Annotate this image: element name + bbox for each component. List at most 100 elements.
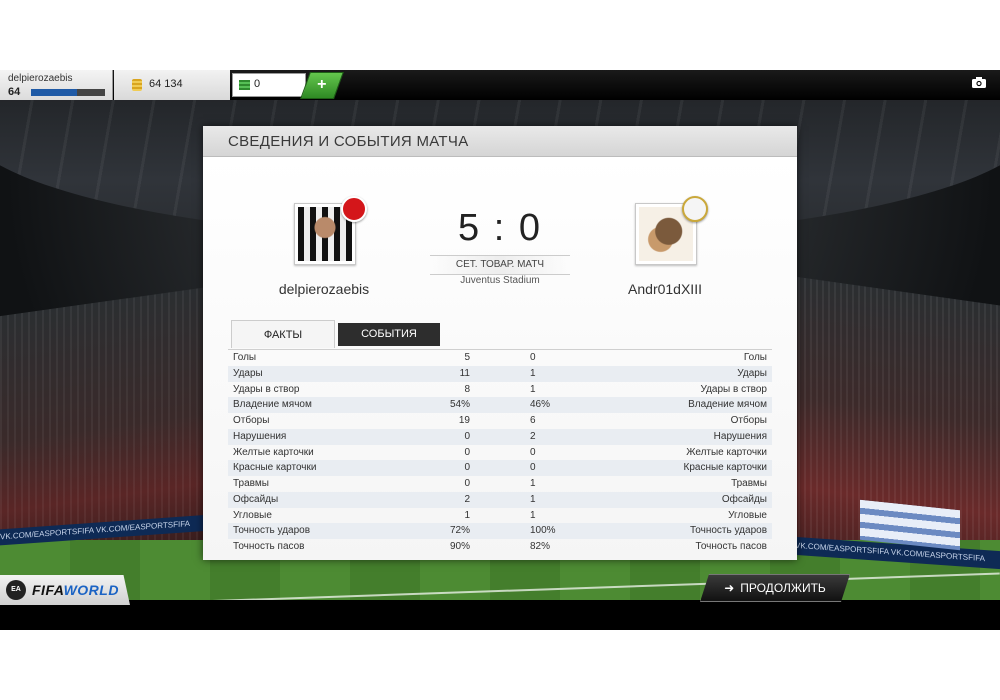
fifa-world-logo: EA FIFAWORLD — [0, 575, 130, 605]
home-player-name: delpierozaebis — [278, 281, 370, 297]
coins-value: 64 134 — [149, 78, 183, 90]
away-player-avatar[interactable] — [635, 196, 708, 265]
stat-value-away: 6 — [530, 415, 536, 426]
stat-value-away: 1 — [530, 493, 536, 505]
stat-row: Офсайды 2 1 Офсайды — [228, 491, 772, 508]
stat-value-home: 1 — [464, 509, 470, 521]
stat-label-home: Нарушения — [233, 430, 287, 442]
xp-progress-fill — [31, 89, 77, 96]
add-points-button[interactable]: + — [300, 72, 344, 99]
stat-value-home: 19 — [458, 415, 470, 426]
points-display: 0 — [232, 73, 306, 97]
stat-row: Владение мячом 54% 46% Владение мячом — [228, 397, 772, 413]
plus-icon: + — [317, 76, 327, 93]
stat-value-home: 72% — [449, 525, 470, 537]
stat-value-home: 0 — [464, 446, 470, 458]
stat-value-home: 90% — [449, 541, 470, 552]
match-score: 5 : 0 — [458, 207, 542, 249]
stat-value-home: 8 — [464, 383, 470, 395]
stat-row: Удары в створ 8 1 Удары в створ — [228, 382, 772, 398]
stat-row: Травмы 0 1 Травмы — [228, 476, 772, 492]
stat-label-away: Удары в створ — [700, 383, 768, 395]
stat-row: Желтые карточки 0 0 Желтые карточки — [228, 445, 772, 461]
stat-value-home: 0 — [464, 462, 470, 474]
stat-value-away: 0 — [530, 462, 536, 474]
stat-value-away: 2 — [530, 430, 536, 442]
top-bar: delpierozaebis 64 64 134 0 + — [0, 70, 1000, 100]
stat-row: Отборы 19 6 Отборы — [228, 413, 772, 429]
stat-row: Удары 11 1 Удары — [228, 365, 772, 382]
tab-facts[interactable]: ФАКТЫ — [231, 320, 335, 348]
stat-label-home: Точность ударов — [233, 525, 311, 537]
logo-fifa: FIFA — [32, 582, 64, 598]
home-player-avatar[interactable] — [294, 196, 367, 265]
stat-value-away: 1 — [530, 478, 536, 489]
stat-label-away: Точность ударов — [689, 525, 767, 537]
stat-label-home: Голы — [233, 352, 257, 363]
stat-row: Точность пасов 90% 82% Точность пасов — [228, 539, 772, 555]
stat-value-home: 11 — [459, 367, 470, 379]
camera-icon[interactable] — [972, 76, 986, 90]
ea-sports-icon: EA — [6, 580, 26, 600]
stat-label-away: Удары — [737, 367, 767, 379]
stat-label-away: Красные карточки — [683, 462, 767, 474]
stat-label-away: Отборы — [730, 415, 767, 426]
username: delpierozaebis — [8, 73, 73, 84]
stat-value-away: 1 — [530, 383, 536, 395]
panel-body: delpierozaebis 5 : 0 СЕТ. ТОВАР. МАТЧ Ju… — [203, 157, 797, 560]
xp-progress-bar — [31, 89, 105, 96]
stat-value-home: 54% — [449, 399, 470, 411]
stat-label-home: Желтые карточки — [233, 446, 314, 458]
coins-icon — [132, 79, 142, 91]
stat-value-home: 5 — [464, 352, 470, 363]
stat-row: Угловые 1 1 Угловые — [228, 508, 772, 524]
continue-button[interactable]: ➜ ПРОДОЛЖИТЬ — [700, 574, 850, 602]
stat-value-home: 2 — [464, 493, 470, 505]
stat-label-away: Нарушения — [713, 430, 767, 442]
away-player-name: Andr01dXIII — [628, 281, 702, 297]
stat-label-away: Офсайды — [721, 493, 767, 505]
bottom-bar — [0, 600, 1000, 630]
stat-label-away: Травмы — [731, 478, 767, 489]
match-type: СЕТ. ТОВАР. МАТЧ — [430, 255, 570, 275]
panel-title: СВЕДЕНИЯ И СОБЫТИЯ МАТЧА — [228, 133, 469, 150]
stat-label-home: Красные карточки — [233, 462, 317, 474]
stat-value-away: 0 — [530, 352, 536, 363]
stat-value-away: 1 — [530, 367, 536, 379]
stat-value-away: 1 — [530, 509, 536, 521]
stat-value-away: 82% — [530, 541, 551, 552]
points-icon — [239, 80, 250, 90]
stat-row: Нарушения 0 2 Нарушения — [228, 428, 772, 445]
user-level: 64 — [8, 86, 21, 98]
user-profile[interactable]: delpierozaebis 64 — [0, 70, 113, 100]
stat-label-away: Владение мячом — [688, 399, 767, 411]
stat-value-home: 0 — [464, 478, 470, 489]
match-info-panel: СВЕДЕНИЯ И СОБЫТИЯ МАТЧА delpierozaebis … — [203, 126, 797, 560]
stat-label-away: Угловые — [728, 509, 767, 521]
stat-label-home: Отборы — [233, 415, 270, 426]
stats-table: Голы 5 0 Голы Удары 11 1 Удары Удары в створ 8 1 Уд… — [228, 349, 772, 555]
coins-display: 64 134 — [114, 70, 230, 100]
stat-label-away: Желтые карточки — [686, 446, 767, 458]
stat-label-home: Удары в створ — [233, 383, 300, 395]
stat-row: Точность ударов 72% 100% Точность ударов — [228, 523, 772, 539]
stat-label-home: Угловые — [233, 509, 272, 521]
stat-label-home: Травмы — [233, 478, 269, 489]
continue-label: ПРОДОЛЖИТЬ — [740, 581, 826, 595]
stat-label-away: Голы — [743, 352, 767, 363]
points-value: 0 — [254, 78, 261, 90]
stat-row: Голы 5 0 Голы — [228, 350, 772, 366]
away-club-badge-icon — [682, 196, 708, 222]
stat-label-home: Владение мячом — [233, 399, 312, 411]
panel-header: СВЕДЕНИЯ И СОБЫТИЯ МАТЧА — [203, 126, 797, 157]
stat-value-away: 0 — [530, 446, 536, 458]
stat-label-away: Точность пасов — [695, 541, 768, 552]
stat-row: Красные карточки 0 0 Красные карточки — [228, 460, 772, 476]
arrow-right-icon: ➜ — [724, 581, 735, 595]
logo-world: WORLD — [63, 582, 119, 598]
stat-label-home: Удары — [233, 367, 263, 379]
stat-label-home: Офсайды — [233, 493, 279, 505]
tab-events[interactable]: СОБЫТИЯ — [338, 323, 440, 346]
stat-label-home: Точность пасов — [233, 541, 305, 552]
stat-value-home: 0 — [464, 430, 470, 442]
